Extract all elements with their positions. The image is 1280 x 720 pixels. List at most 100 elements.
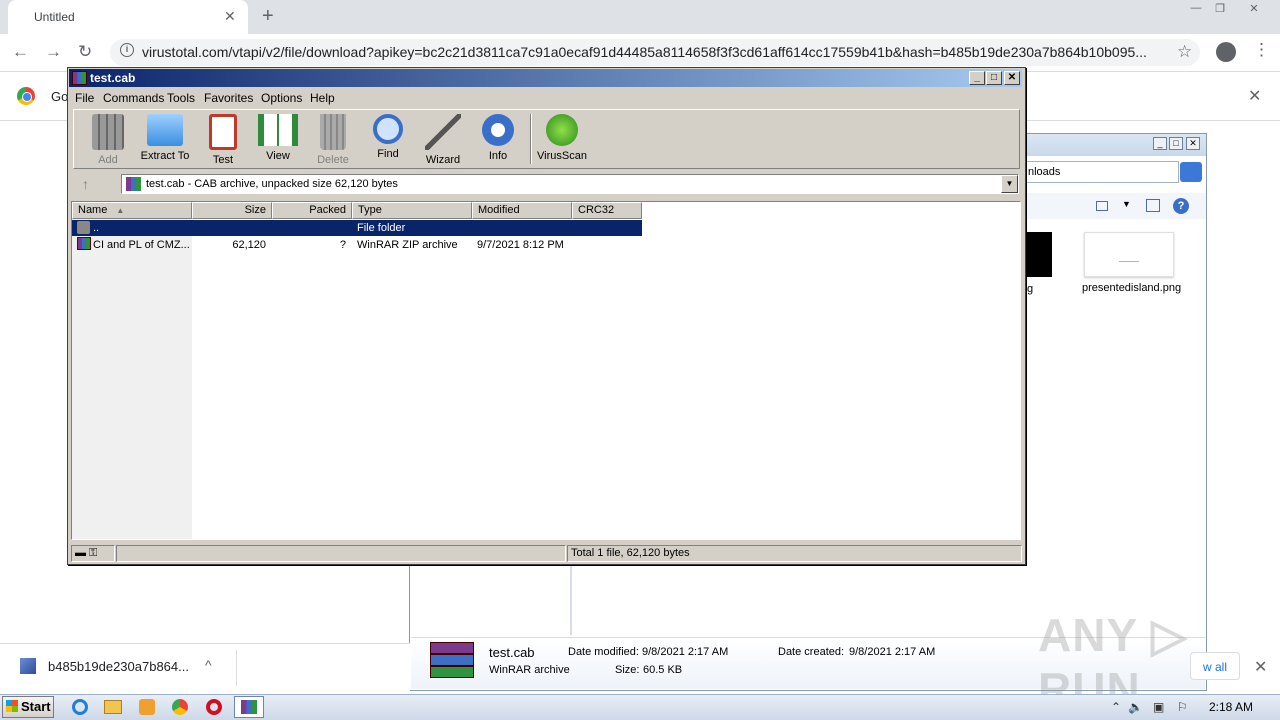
details-modified-label: Date modified: xyxy=(568,646,639,658)
download-file-icon xyxy=(20,658,36,674)
menu-help[interactable]: Help xyxy=(310,91,335,105)
test-clipboard-icon xyxy=(209,114,237,150)
chrome-taskbar-icon[interactable] xyxy=(168,697,192,717)
folder-up-icon xyxy=(77,221,90,234)
thumbnail-image[interactable] xyxy=(1084,232,1174,277)
extract-folder-icon xyxy=(147,114,183,146)
row-packed: ? xyxy=(339,239,346,251)
tray-expand-icon[interactable]: ⌃ xyxy=(1111,700,1121,714)
status-total: Total 1 file, 62,120 bytes xyxy=(567,545,1022,562)
help-icon[interactable]: ? xyxy=(1173,198,1189,214)
thumbnail-image[interactable] xyxy=(1025,232,1052,277)
winrar-taskbar-icon[interactable] xyxy=(234,696,264,718)
menu-file[interactable]: File xyxy=(75,91,94,105)
action-center-flag-icon[interactable]: ⚐ xyxy=(1177,700,1188,714)
row-type: File folder xyxy=(357,222,406,234)
opera-icon[interactable] xyxy=(202,697,226,717)
downloads-separator xyxy=(236,650,237,686)
details-modified-value: 9/8/2021 2:17 AM xyxy=(642,646,729,658)
delete-button[interactable]: Delete xyxy=(305,114,361,166)
column-header-packed[interactable]: Packed xyxy=(272,202,352,219)
virusscan-button[interactable]: VirusScan xyxy=(534,114,590,162)
magnifier-icon xyxy=(373,114,403,144)
winrar-close-button[interactable]: ✕ xyxy=(1004,71,1020,85)
find-button[interactable]: Find xyxy=(360,114,416,160)
preview-pane-icon[interactable] xyxy=(1146,199,1160,212)
explorer-minimize-button[interactable]: _ xyxy=(1153,137,1167,150)
bug-icon xyxy=(546,114,578,146)
view-options-icon[interactable] xyxy=(1096,201,1108,211)
search-icon[interactable] xyxy=(1180,162,1202,182)
bookmark-star-icon[interactable]: ☆ xyxy=(1177,42,1192,62)
close-window-button[interactable]: ✕ xyxy=(1244,2,1264,16)
speaker-icon[interactable]: 🔈 xyxy=(1128,700,1143,714)
details-created-value: 9/8/2021 2:17 AM xyxy=(849,646,936,658)
site-info-icon[interactable]: i xyxy=(120,43,134,57)
winrar-archive-icon xyxy=(430,642,474,680)
window-title: test.cab xyxy=(90,71,136,85)
test-button[interactable]: Test xyxy=(195,114,251,166)
tab-title: Untitled xyxy=(34,10,75,24)
column-header-crc32[interactable]: CRC32 xyxy=(572,202,642,219)
info-button[interactable]: Info xyxy=(470,114,526,162)
menu-tools[interactable]: Tools xyxy=(167,91,195,105)
winrar-titlebar[interactable] xyxy=(69,69,1022,87)
winrar-maximize-button[interactable]: □ xyxy=(986,71,1002,85)
drive-status-icon[interactable]: ▬ ⚿ xyxy=(71,545,115,562)
details-created-label: Date created: xyxy=(778,646,845,658)
trash-icon xyxy=(320,114,346,150)
minimize-window-button[interactable]: — xyxy=(1186,2,1206,16)
details-size-value: 60.5 KB xyxy=(643,664,683,676)
windows-logo-icon xyxy=(6,700,18,712)
up-folder-icon[interactable]: ↑ xyxy=(82,176,89,192)
archive-icon xyxy=(126,177,141,191)
new-tab-button[interactable]: + xyxy=(262,5,274,28)
thumbnail-label: presentedisland.png xyxy=(1082,282,1182,294)
column-header-name[interactable]: Name ▲ xyxy=(72,202,192,219)
toolbar-separator xyxy=(530,114,532,164)
menu-commands[interactable]: Commands xyxy=(103,91,164,105)
extract-to-button[interactable]: Extract To xyxy=(137,114,193,162)
sort-ascending-icon: ▲ xyxy=(116,206,125,215)
details-size-label: Size: xyxy=(615,664,640,676)
download-item-name[interactable]: b485b19de230a7b864... xyxy=(48,659,189,674)
forward-arrow-icon[interactable]: → xyxy=(45,42,62,62)
view-book-icon xyxy=(258,114,298,146)
explorer-address-bar[interactable]: nloads xyxy=(1025,161,1179,183)
explorer-folder-icon[interactable] xyxy=(101,697,125,717)
column-header-modified[interactable]: Modified xyxy=(472,202,572,219)
taskbar-clock[interactable]: 2:18 AM xyxy=(1209,700,1253,714)
column-header-type[interactable]: Type xyxy=(352,202,472,219)
view-button[interactable]: View xyxy=(250,114,306,162)
column-header-size[interactable]: Size xyxy=(192,202,272,219)
back-arrow-icon[interactable]: ← xyxy=(12,42,29,62)
explorer-maximize-button[interactable]: □ xyxy=(1169,137,1183,150)
details-file-name: test.cab xyxy=(489,645,535,660)
address-dropdown-button[interactable]: ▼ xyxy=(1001,175,1018,193)
add-icon xyxy=(92,114,124,150)
row-type: WinRAR ZIP archive xyxy=(357,239,458,251)
reload-icon[interactable]: ↻ xyxy=(78,42,92,62)
winrar-minimize-button[interactable]: _ xyxy=(969,71,985,85)
ie-icon[interactable] xyxy=(68,697,92,717)
restore-window-button[interactable]: ❐ xyxy=(1210,2,1230,16)
tab-close-icon[interactable]: ✕ xyxy=(224,8,236,25)
media-player-icon[interactable] xyxy=(135,697,159,717)
row-name: CI and PL of CMZ... xyxy=(93,239,190,251)
menu-options[interactable]: Options xyxy=(261,91,302,105)
explorer-close-button[interactable]: ✕ xyxy=(1186,137,1200,150)
chevron-down-icon[interactable]: ▼ xyxy=(1122,199,1131,209)
profile-avatar-icon[interactable] xyxy=(1216,42,1236,62)
chrome-menu-icon[interactable]: ⋮ xyxy=(1253,40,1270,60)
infobar-close-icon[interactable]: ✕ xyxy=(1248,86,1261,106)
wizard-button[interactable]: Wizard xyxy=(415,114,471,166)
add-button[interactable]: Add xyxy=(80,114,136,166)
network-icon[interactable]: ▣ xyxy=(1153,700,1164,714)
menu-favorites[interactable]: Favorites xyxy=(204,91,253,105)
details-file-type: WinRAR archive xyxy=(489,664,570,676)
chevron-up-icon[interactable]: ^ xyxy=(205,657,212,673)
infobar-text: Go xyxy=(51,89,69,104)
explorer-divider xyxy=(570,565,572,635)
status-pane-left xyxy=(116,545,566,562)
url-text[interactable]: virustotal.com/vtapi/v2/file/download?ap… xyxy=(142,44,1167,60)
